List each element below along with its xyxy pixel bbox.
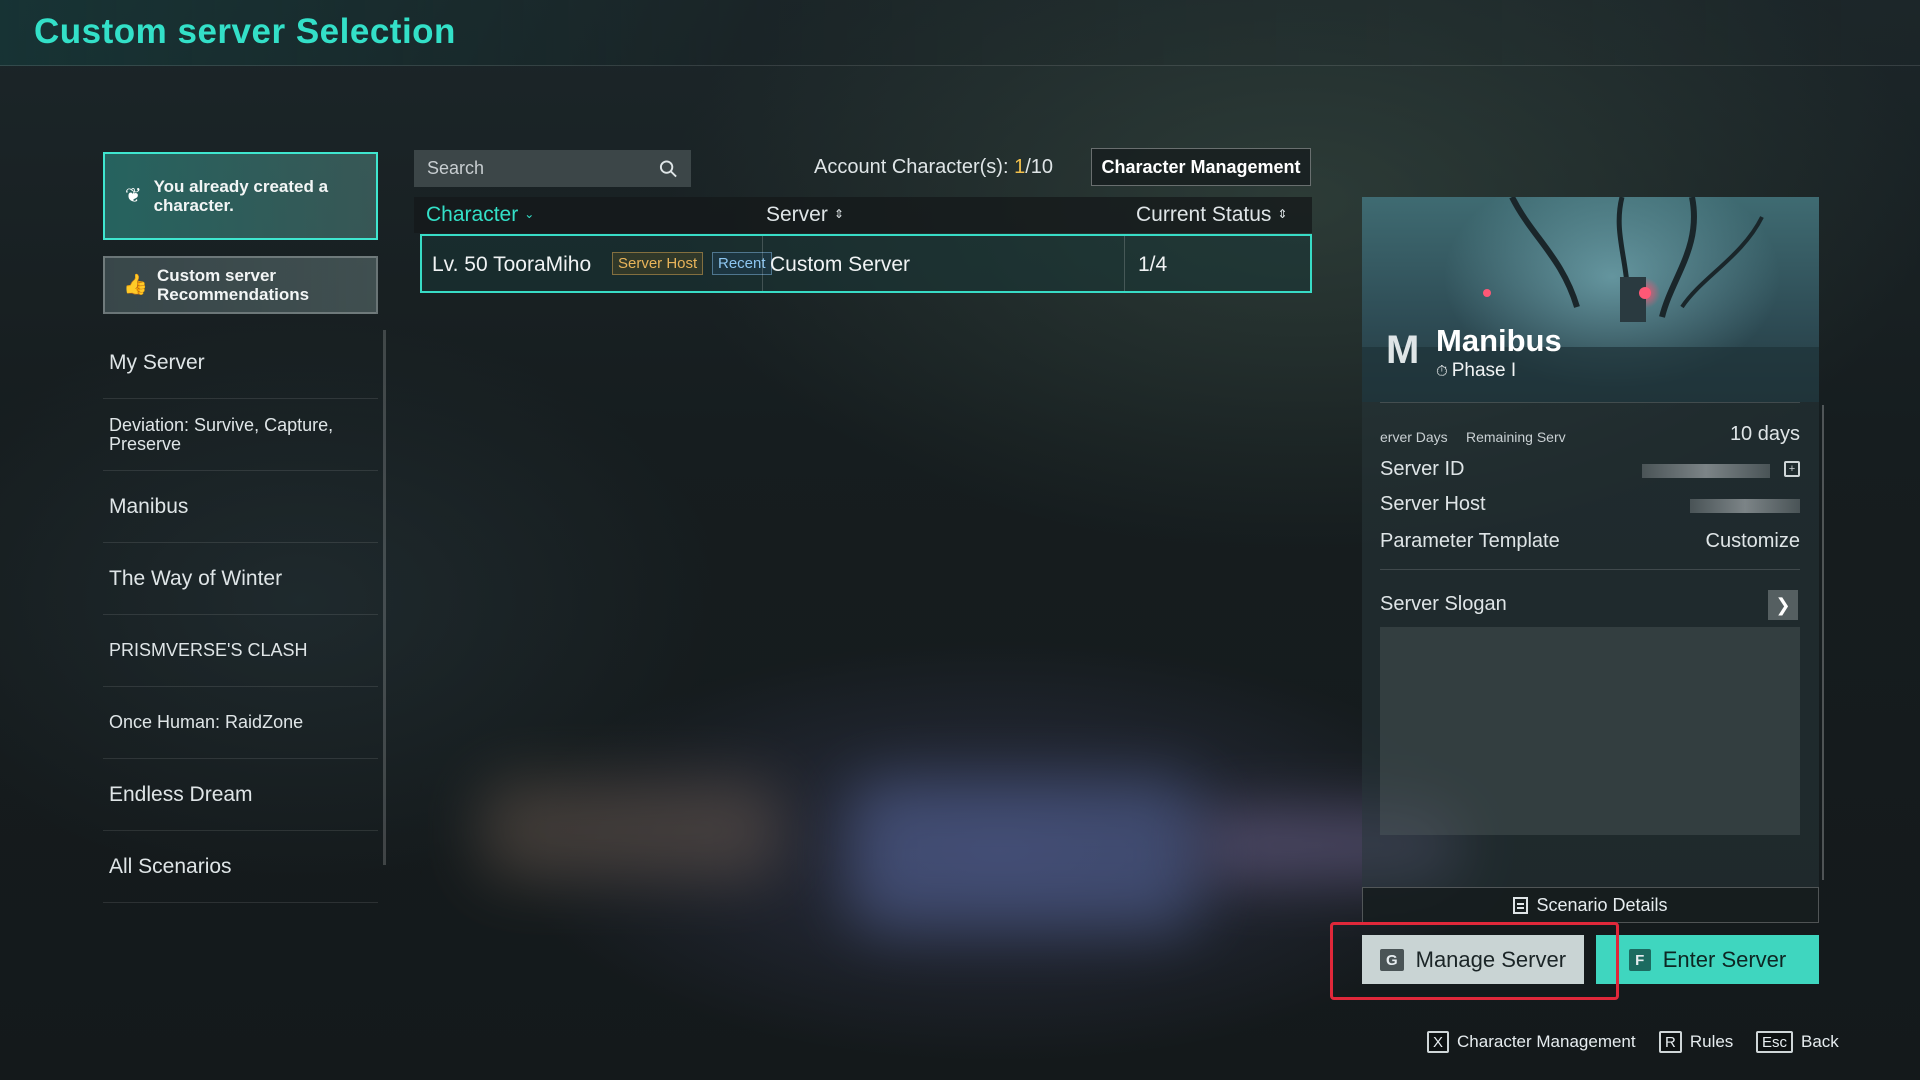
table-header: Character ⌄ Server ⇕ Current Status ⇕ bbox=[414, 197, 1312, 233]
recommendations-card[interactable]: 👍 Custom server Recommendations bbox=[103, 256, 378, 314]
scenario-title: Manibus bbox=[1436, 323, 1562, 358]
key-hint-f: F bbox=[1628, 948, 1651, 971]
nav-item-my-server[interactable]: My Server bbox=[103, 327, 378, 399]
server-host-badge: Server Host bbox=[612, 252, 704, 275]
character-name: Lv. 50 TooraMiho bbox=[432, 253, 592, 276]
remaining-value: 10 days bbox=[1729, 423, 1800, 445]
scenario-nav: My Server Deviation: Survive, Capture, P… bbox=[103, 327, 378, 903]
thumbs-up-icon: 👍 bbox=[123, 274, 148, 296]
page-title: Custom server Selection bbox=[34, 12, 456, 51]
background-blur bbox=[850, 780, 1200, 930]
search-box bbox=[414, 150, 691, 187]
server-slogan-box bbox=[1380, 627, 1800, 835]
divider bbox=[1380, 402, 1800, 403]
created-character-card[interactable]: ❦ You already created a character. bbox=[103, 152, 378, 240]
table-row[interactable]: Lv. 50 TooraMiho Server Host Recent Cust… bbox=[420, 234, 1312, 293]
nav-scrollbar[interactable] bbox=[383, 330, 386, 865]
server-slogan-row: Server Slogan bbox=[1380, 593, 1800, 623]
background-blur bbox=[480, 780, 780, 880]
parameter-template-label: Parameter Template bbox=[1380, 530, 1560, 552]
phase-label: Phase I bbox=[1451, 360, 1517, 381]
footer-back[interactable]: Esc Back bbox=[1756, 1029, 1839, 1055]
server-id-label: Server ID bbox=[1380, 458, 1465, 480]
nav-item-prismverse[interactable]: PRISMVERSE'S CLASH bbox=[103, 615, 378, 687]
nav-item-way-of-winter[interactable]: The Way of Winter bbox=[103, 543, 378, 615]
remaining-label-b: Remaining Serv bbox=[1466, 429, 1566, 445]
column-divider bbox=[1124, 236, 1125, 291]
timer-icon: ⏱ bbox=[1436, 363, 1448, 380]
footer-character-management[interactable]: X Character Management bbox=[1427, 1029, 1636, 1055]
server-name: Custom Server bbox=[770, 253, 911, 276]
enter-server-label: Enter Server bbox=[1662, 946, 1787, 972]
column-header-character[interactable]: Character ⌄ bbox=[426, 203, 534, 227]
scenario-details-label: Scenario Details bbox=[1536, 894, 1668, 915]
column-header-status[interactable]: Current Status ⇕ bbox=[1136, 203, 1287, 227]
key-hint-esc: Esc bbox=[1756, 1031, 1794, 1053]
nav-item-deviation[interactable]: Deviation: Survive, Capture, Preserve bbox=[103, 399, 378, 471]
nav-item-manibus[interactable]: Manibus bbox=[103, 471, 378, 543]
nav-item-raidzone[interactable]: Once Human: RaidZone bbox=[103, 687, 378, 759]
search-icon[interactable] bbox=[659, 159, 678, 179]
server-id-redacted bbox=[1642, 464, 1770, 478]
account-count: 1 bbox=[1014, 156, 1026, 178]
account-characters: Account Character(s): 1/10 bbox=[814, 156, 1053, 179]
server-host-label: Server Host bbox=[1380, 493, 1486, 515]
scenario-banner-image: M Manibus ⏱ Phase I bbox=[1362, 197, 1819, 402]
parameter-template-value: Customize bbox=[1705, 530, 1800, 552]
character-management-button[interactable]: Character Management bbox=[1091, 148, 1311, 186]
sort-icon: ⇕ bbox=[1277, 207, 1288, 221]
manibus-logo-icon: M bbox=[1386, 328, 1420, 372]
scenario-art bbox=[1362, 197, 1819, 402]
footer-back-label: Back bbox=[1801, 1032, 1839, 1051]
scenario-details-button[interactable]: Scenario Details bbox=[1362, 887, 1819, 923]
remaining-label-a: erver Days bbox=[1380, 429, 1448, 445]
enter-server-button[interactable]: F Enter Server bbox=[1596, 935, 1819, 984]
server-detail-panel: M Manibus ⏱ Phase I erver Days Remaining … bbox=[1362, 197, 1819, 922]
footer-character-management-label: Character Management bbox=[1457, 1032, 1636, 1051]
footer-rules-label: Rules bbox=[1689, 1032, 1734, 1051]
sort-icon: ⇕ bbox=[833, 207, 844, 221]
server-host-row: Server Host bbox=[1380, 493, 1800, 523]
account-label: Account Character(s): bbox=[814, 156, 1015, 178]
column-header-status-label: Current Status bbox=[1136, 203, 1272, 226]
key-hint-x: X bbox=[1427, 1031, 1450, 1053]
created-character-label: You already created a character. bbox=[153, 177, 329, 215]
nav-item-endless-dream[interactable]: Endless Dream bbox=[103, 759, 378, 831]
chevron-right-icon[interactable]: ❯ bbox=[1768, 590, 1798, 620]
remaining-days-row: erver Days Remaining Serv 10 days bbox=[1380, 423, 1800, 453]
column-header-character-label: Character bbox=[426, 203, 519, 226]
document-icon bbox=[1513, 896, 1529, 914]
column-divider bbox=[762, 236, 763, 291]
butterfly-icon: ❦ bbox=[124, 185, 142, 207]
panel-scrollbar[interactable] bbox=[1822, 405, 1824, 880]
server-status: 1/4 bbox=[1138, 253, 1168, 276]
nav-item-all-scenarios[interactable]: All Scenarios bbox=[103, 831, 378, 903]
key-hint-r: R bbox=[1659, 1031, 1682, 1053]
account-max: /10 bbox=[1025, 156, 1054, 178]
manage-server-highlight bbox=[1330, 922, 1619, 1000]
server-id-row: Server ID + bbox=[1380, 458, 1800, 488]
divider bbox=[1380, 569, 1800, 570]
copy-icon[interactable]: + bbox=[1784, 461, 1800, 477]
server-slogan-label: Server Slogan bbox=[1380, 593, 1507, 615]
recommendations-label: Custom server Recommendations bbox=[157, 266, 310, 304]
scenario-phase: ⏱ Phase I bbox=[1436, 360, 1516, 382]
header-bar: Custom server Selection bbox=[0, 0, 1920, 66]
footer-rules[interactable]: R Rules bbox=[1659, 1029, 1733, 1055]
parameter-template-row: Parameter Template Customize bbox=[1380, 530, 1800, 560]
column-header-server-label: Server bbox=[766, 203, 828, 226]
server-host-redacted bbox=[1690, 499, 1800, 513]
search-input[interactable] bbox=[427, 158, 659, 179]
column-header-server[interactable]: Server ⇕ bbox=[766, 203, 844, 227]
chevron-down-icon: ⌄ bbox=[524, 207, 535, 221]
